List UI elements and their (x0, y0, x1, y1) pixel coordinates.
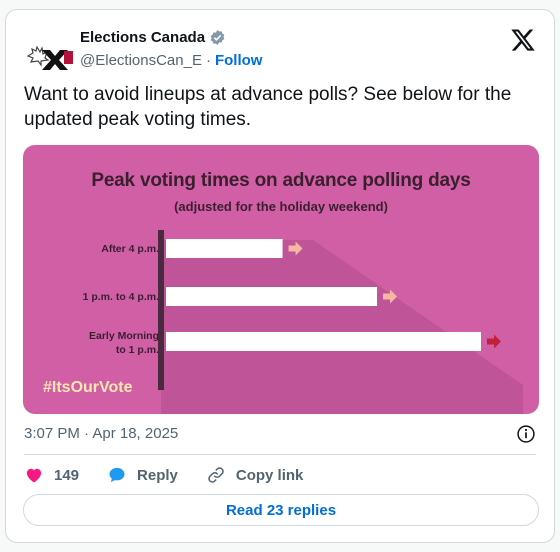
tweet-card: Elections Canada @ElectionsCan_E · Follo… (5, 9, 555, 543)
infographic-subtitle: (adjusted for the holiday weekend) (174, 199, 388, 214)
copy-link-label: Copy link (235, 466, 304, 484)
bar-early-morning (166, 332, 481, 351)
handle-row: @ElectionsCan_E · Follow (80, 52, 262, 69)
like-button[interactable]: 149 (24, 465, 79, 485)
like-count: 149 (54, 466, 80, 484)
arrow-early-morning (487, 334, 501, 349)
heart-icon (26, 468, 42, 483)
reply-bubble-icon (109, 467, 125, 483)
divider (24, 454, 536, 455)
row-label-early-morning: Early Morning to 1 p.m. (88, 330, 159, 356)
follow-link[interactable]: Follow (215, 52, 263, 69)
verified-badge-icon (210, 30, 225, 45)
long-shadow (161, 240, 523, 414)
bar-1pm-4pm (166, 287, 378, 306)
link-icon (208, 467, 224, 483)
hashtag: #ItsOurVote (43, 379, 133, 396)
read-replies-button[interactable]: Read 23 replies (23, 494, 539, 526)
handle-separator: · (205, 52, 211, 69)
peak-voting-infographic[interactable]: Peak voting times on advance polling day… (23, 145, 539, 414)
tweet-timestamp[interactable]: 3:07 PM · Apr 18, 2025 (24, 425, 178, 442)
row-label-after-4pm: After 4 p.m. (101, 243, 159, 255)
author-name[interactable]: Elections Canada (80, 29, 226, 46)
action-bar: 149 Reply Copy link (24, 464, 331, 486)
bar-after-4pm (166, 239, 283, 258)
reply-button[interactable]: Reply (107, 465, 178, 485)
author-handle[interactable]: @ElectionsCan_E (80, 52, 202, 69)
row-label-1pm-4pm: 1 p.m. to 4 p.m. (82, 291, 159, 303)
info-icon[interactable] (516, 424, 536, 444)
infographic-title: Peak voting times on advance polling day… (91, 170, 471, 191)
copy-link-button[interactable]: Copy link (206, 465, 304, 485)
x-logo-icon[interactable] (510, 27, 536, 53)
reply-label: Reply (137, 466, 178, 484)
tweet-text: Want to avoid lineups at advance polls? … (24, 84, 512, 130)
elections-canada-logo-avatar[interactable] (24, 36, 74, 76)
